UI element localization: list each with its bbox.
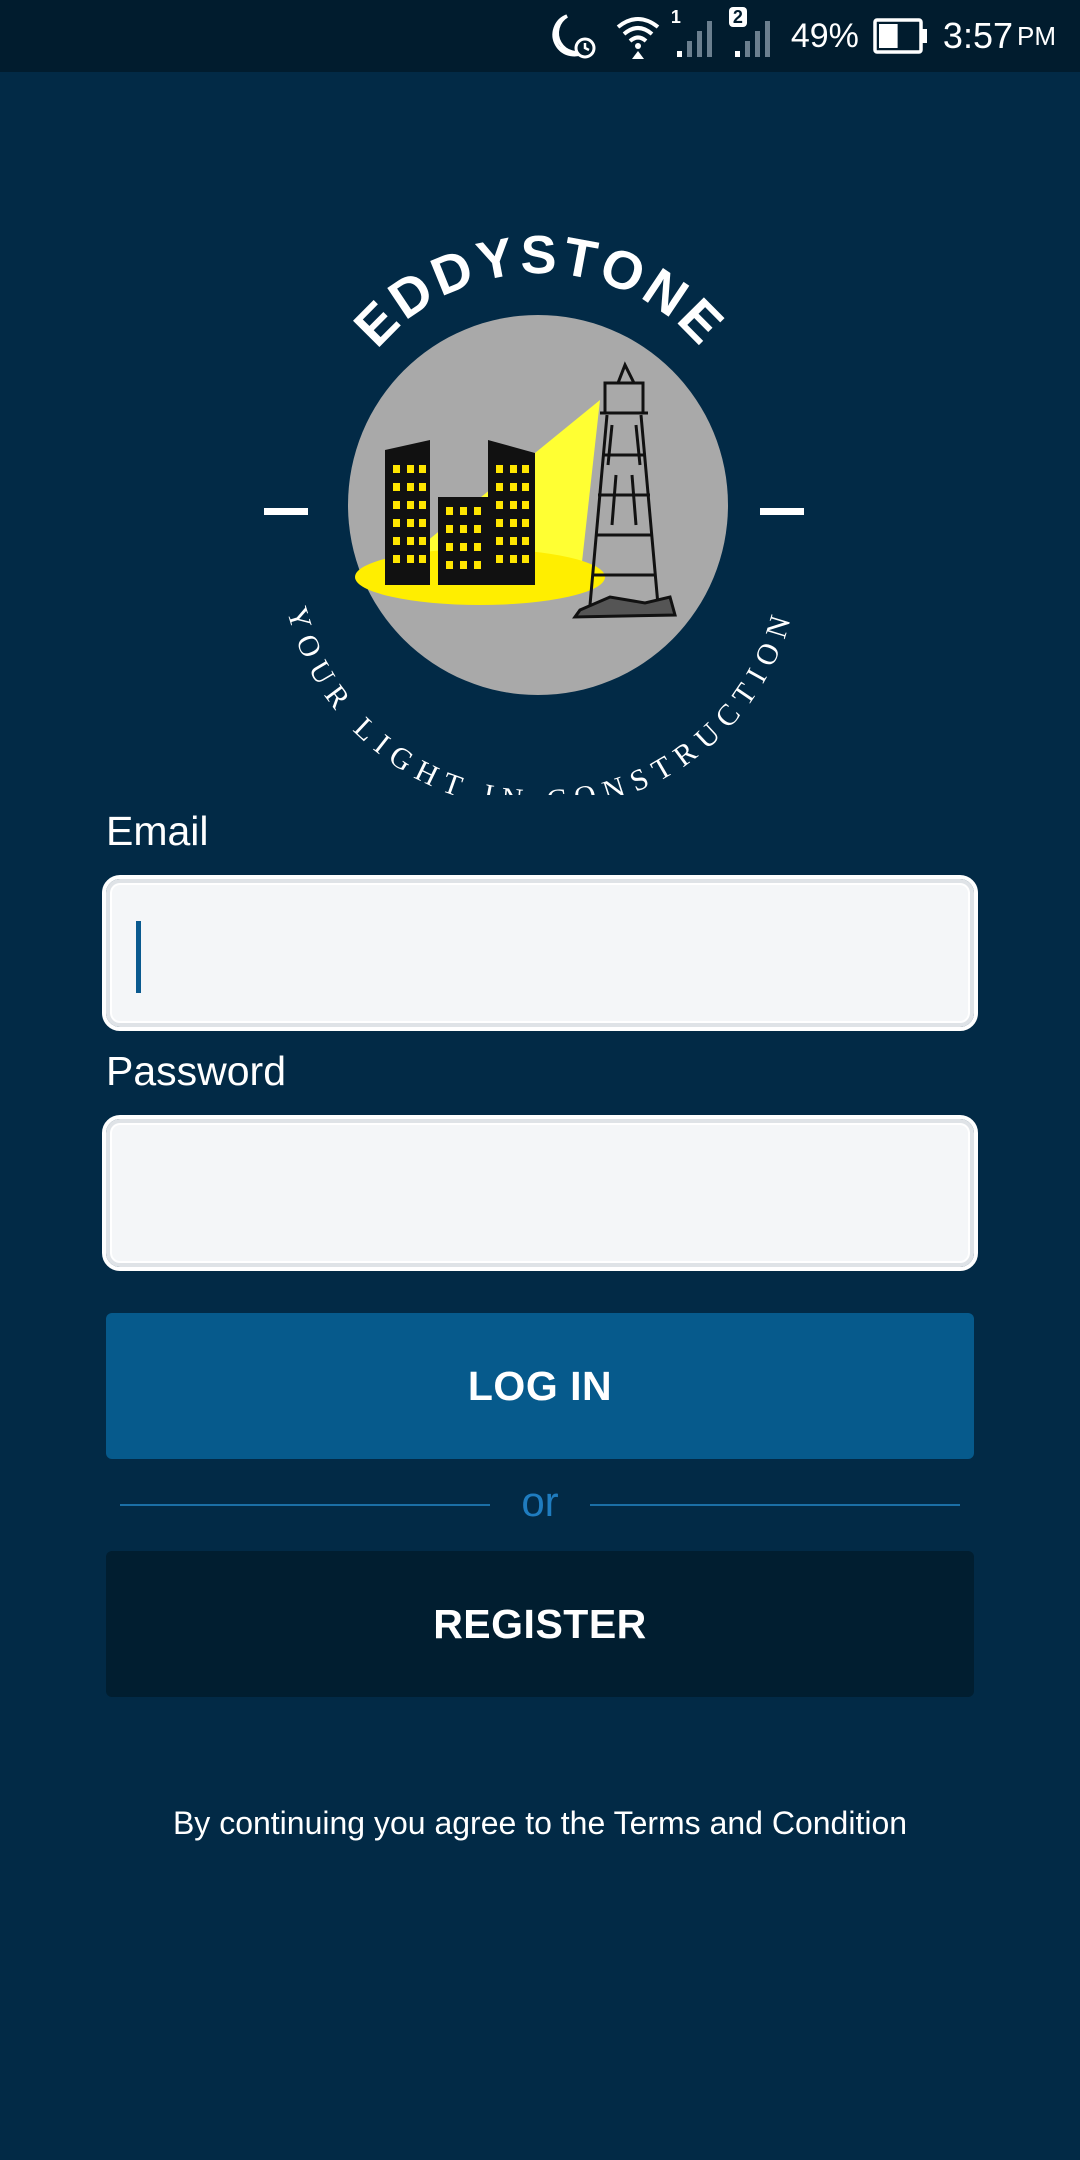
logo-right-dash [760, 508, 804, 515]
text-cursor [136, 921, 141, 993]
battery-icon [873, 18, 929, 54]
eddystone-logo: EDDYSTONE YOUR LIGHT NSTRUCTION [250, 225, 830, 817]
signal-icon: 1 [671, 7, 719, 59]
divider-or-text: or [521, 1478, 559, 1525]
divider-right-line [590, 1504, 960, 1506]
login-button[interactable]: LOG IN [106, 1313, 974, 1459]
clock: 3:57 PM [943, 15, 1056, 57]
email-field[interactable] [102, 875, 978, 1031]
password-field[interactable] [102, 1115, 978, 1271]
divider-left-line [120, 1504, 490, 1506]
wifi-icon [615, 13, 661, 59]
clock-time: 3:57 [942, 15, 1013, 56]
status-bar: 1 2 49% 3:57 PM [0, 0, 1080, 72]
terms-text: By continuing you agree to the Terms and… [172, 1805, 908, 1841]
password-label: Password [106, 1048, 287, 1094]
clock-ampm: PM [1017, 20, 1056, 51]
sim1-label: 1 [670, 7, 681, 27]
battery-fill [878, 24, 898, 48]
sim2-label: 2 [728, 7, 747, 27]
register-button[interactable]: REGISTER [106, 1551, 974, 1697]
email-label: Email [106, 808, 209, 854]
signal-icon: 2 [728, 7, 777, 59]
battery-percent: 49% [790, 16, 859, 55]
logo-left-dash [264, 508, 308, 515]
moon-alarm-icon [547, 10, 601, 62]
